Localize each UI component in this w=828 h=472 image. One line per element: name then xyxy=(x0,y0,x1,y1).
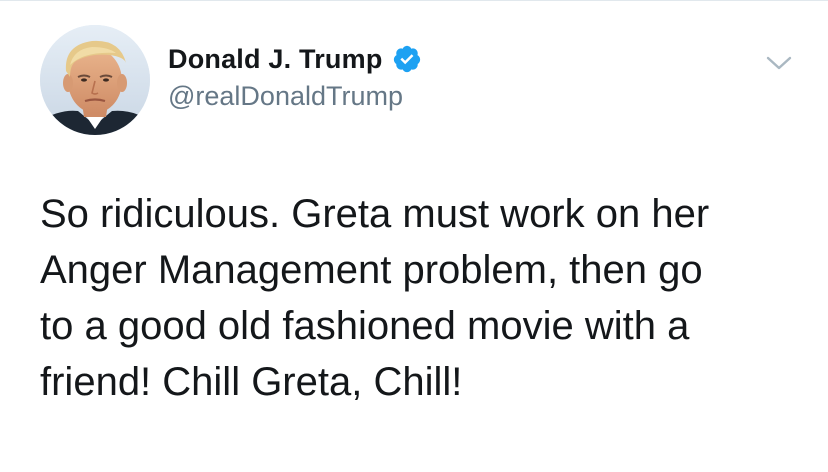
author-name-row[interactable]: Donald J. Trump xyxy=(168,41,422,77)
author-handle[interactable]: @realDonaldTrump xyxy=(168,81,403,112)
chevron-down-icon[interactable] xyxy=(764,51,794,75)
avatar[interactable] xyxy=(40,25,150,135)
author-display-name[interactable]: Donald J. Trump xyxy=(168,44,383,75)
avatar-photo xyxy=(40,25,150,135)
tweet-text: So ridiculous. Greta must work on her An… xyxy=(40,192,710,404)
tweet-card: Donald J. Trump @realDonaldTrump So ridi… xyxy=(0,0,828,472)
verified-badge-icon xyxy=(392,44,422,74)
